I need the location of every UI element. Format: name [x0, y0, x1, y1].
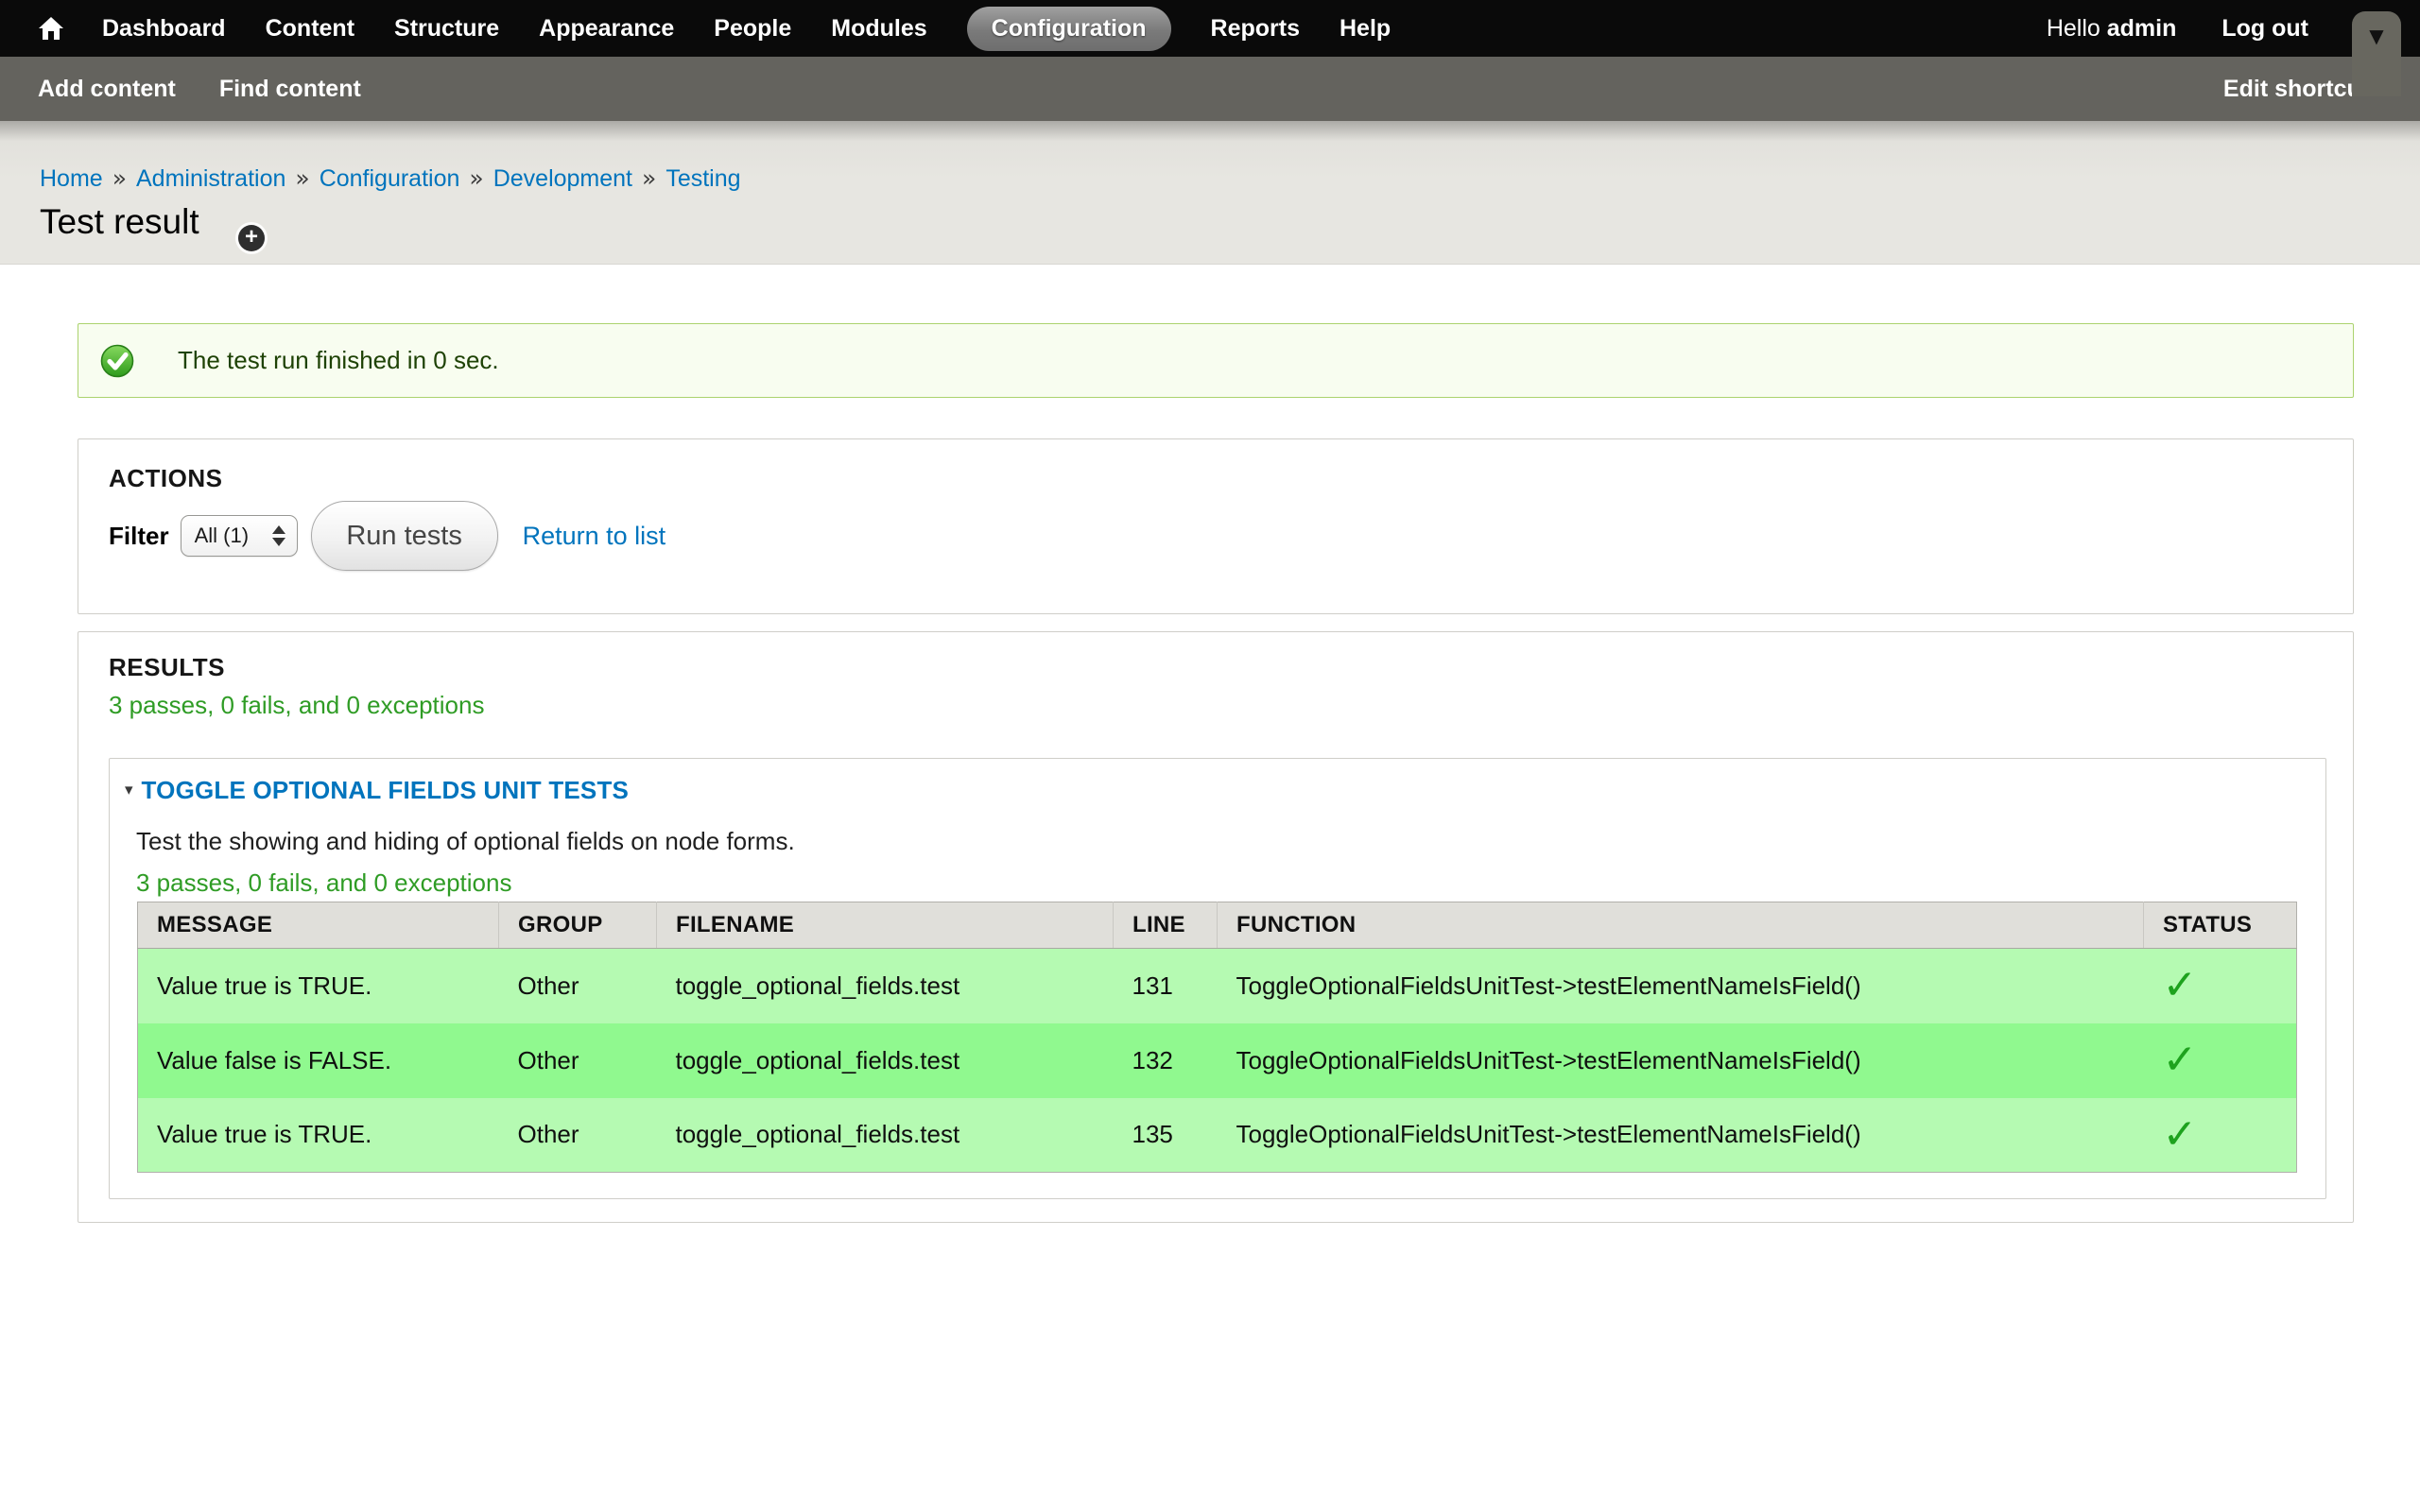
filter-selected-value: All (1) — [195, 524, 249, 548]
toolbar-item-people[interactable]: People — [714, 15, 791, 43]
run-tests-button[interactable]: Run tests — [311, 501, 498, 571]
toolbar-item-appearance[interactable]: Appearance — [539, 15, 674, 43]
cell-status: ✓ — [2144, 1098, 2297, 1173]
cell-group: Other — [499, 1098, 657, 1173]
col-header-group: GROUP — [499, 902, 657, 949]
breadcrumb-testing[interactable]: Testing — [666, 165, 740, 192]
logout-link[interactable]: Log out — [2221, 15, 2308, 43]
breadcrumb-separator: » — [469, 164, 483, 192]
filter-label: Filter — [109, 522, 169, 551]
cell-filename: toggle_optional_fields.test — [657, 1098, 1114, 1173]
shortcut-find-content[interactable]: Find content — [219, 76, 361, 103]
col-header-message: MESSAGE — [138, 902, 499, 949]
toolbar-item-reports[interactable]: Reports — [1211, 15, 1300, 43]
greeting-prefix: Hello — [2047, 15, 2107, 42]
test-group-description: Test the showing and hiding of optional … — [136, 827, 795, 856]
breadcrumb-development[interactable]: Development — [493, 165, 632, 192]
test-group-summary: 3 passes, 0 fails, and 0 exceptions — [136, 868, 511, 898]
cell-filename: toggle_optional_fields.test — [657, 949, 1114, 1023]
col-header-line: LINE — [1114, 902, 1218, 949]
toolbar-toggle-button[interactable]: ▼ — [2352, 11, 2401, 96]
admin-toolbar: Dashboard Content Structure Appearance P… — [0, 0, 2420, 57]
pass-check-icon: ✓ — [2163, 1110, 2198, 1159]
return-to-list-link[interactable]: Return to list — [523, 522, 666, 551]
cell-message: Value true is TRUE. — [138, 949, 499, 1023]
run-tests-label: Run tests — [346, 521, 462, 552]
results-table-header-row: MESSAGE GROUP FILENAME LINE FUNCTION STA… — [138, 902, 2297, 949]
results-summary: 3 passes, 0 fails, and 0 exceptions — [109, 691, 484, 720]
plus-icon: + — [245, 226, 258, 249]
results-table: MESSAGE GROUP FILENAME LINE FUNCTION STA… — [137, 902, 2297, 1173]
results-legend: RESULTS — [109, 653, 225, 682]
main-content: The test run finished in 0 sec. ACTIONS … — [0, 266, 2420, 1512]
breadcrumb: Home » Administration » Configuration » Develo… — [40, 164, 741, 193]
toolbar-item-structure[interactable]: Structure — [394, 15, 499, 43]
table-row: Value true is TRUE. Other toggle_optiona… — [138, 949, 2297, 1023]
add-to-shortcuts-icon[interactable]: + — [238, 225, 265, 251]
select-arrows-icon — [272, 525, 285, 546]
pass-check-icon: ✓ — [2163, 1036, 2198, 1084]
test-group-title-text: TOGGLE OPTIONAL FIELDS UNIT TESTS — [142, 776, 630, 805]
toolbar-item-content[interactable]: Content — [266, 15, 354, 43]
status-message-text: The test run finished in 0 sec. — [178, 346, 499, 375]
cell-status: ✓ — [2144, 1023, 2297, 1098]
cell-message: Value true is TRUE. — [138, 1098, 499, 1173]
username-link[interactable]: admin — [2107, 15, 2177, 42]
results-panel: RESULTS 3 passes, 0 fails, and 0 excepti… — [78, 631, 2354, 1223]
breadcrumb-separator: » — [112, 164, 127, 192]
toolbar-item-configuration[interactable]: Configuration — [967, 7, 1171, 51]
shortcuts-bar: Add content Find content Edit shortcuts — [0, 57, 2420, 121]
breadcrumb-separator: » — [642, 164, 656, 192]
cell-function: ToggleOptionalFieldsUnitTest->testElemen… — [1218, 1023, 2144, 1098]
cell-status: ✓ — [2144, 949, 2297, 1023]
cell-line: 135 — [1114, 1098, 1218, 1173]
filter-select[interactable]: All (1) — [181, 515, 298, 557]
breadcrumb-separator: » — [295, 164, 309, 192]
cell-function: ToggleOptionalFieldsUnitTest->testElemen… — [1218, 949, 2144, 1023]
table-row: Value true is TRUE. Other toggle_optiona… — [138, 1098, 2297, 1173]
col-header-status: STATUS — [2144, 902, 2297, 949]
actions-legend: ACTIONS — [109, 464, 223, 493]
actions-panel: ACTIONS Filter All (1) Run tests Return … — [78, 438, 2354, 614]
toolbar-item-modules[interactable]: Modules — [831, 15, 926, 43]
cell-group: Other — [499, 949, 657, 1023]
cell-filename: toggle_optional_fields.test — [657, 1023, 1114, 1098]
cell-function: ToggleOptionalFieldsUnitTest->testElemen… — [1218, 1098, 2144, 1173]
cell-group: Other — [499, 1023, 657, 1098]
col-header-filename: FILENAME — [657, 902, 1114, 949]
home-icon[interactable] — [38, 15, 64, 42]
page-header: Home » Administration » Configuration » Develo… — [0, 121, 2420, 265]
col-header-function: FUNCTION — [1218, 902, 2144, 949]
user-greeting: Hello admin — [2047, 15, 2177, 43]
breadcrumb-configuration[interactable]: Configuration — [320, 165, 460, 192]
cell-line: 132 — [1114, 1023, 1218, 1098]
shortcut-add-content[interactable]: Add content — [38, 76, 176, 103]
chevron-down-icon: ▼ — [2369, 26, 2383, 96]
breadcrumb-administration[interactable]: Administration — [136, 165, 285, 192]
breadcrumb-home[interactable]: Home — [40, 165, 103, 192]
status-message: The test run finished in 0 sec. — [78, 323, 2354, 398]
cell-message: Value false is FALSE. — [138, 1023, 499, 1098]
test-group-panel: ▾ TOGGLE OPTIONAL FIELDS UNIT TESTS Test… — [109, 758, 2326, 1199]
status-ok-icon — [100, 344, 134, 378]
toolbar-item-dashboard[interactable]: Dashboard — [102, 15, 226, 43]
actions-controls: Filter All (1) Run tests Return to list — [109, 492, 666, 579]
page-title: Test result — [40, 202, 199, 242]
toolbar-item-help[interactable]: Help — [1340, 15, 1391, 43]
cell-line: 131 — [1114, 949, 1218, 1023]
test-group-collapsible-title[interactable]: ▾ TOGGLE OPTIONAL FIELDS UNIT TESTS — [125, 776, 629, 805]
collapse-arrow-icon: ▾ — [125, 782, 133, 799]
table-row: Value false is FALSE. Other toggle_optio… — [138, 1023, 2297, 1098]
pass-check-icon: ✓ — [2163, 961, 2198, 1009]
